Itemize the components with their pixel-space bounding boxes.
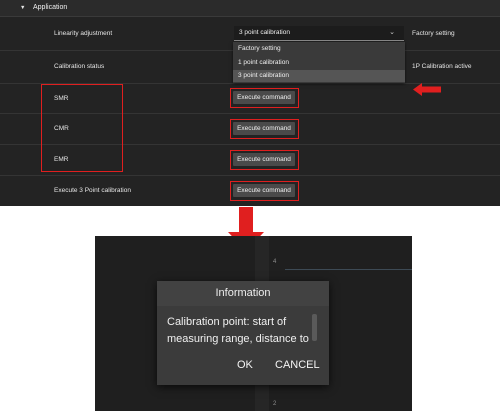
red-arrow-left-icon [413,83,441,96]
axis-tick-label: 4 [273,259,277,265]
dropdown-option-1-point[interactable]: 1 point calibration [233,57,405,69]
linearity-dropdown-menu: Factory setting 1 point calibration 3 po… [233,42,405,83]
linearity-select-value: 3 point calibration [239,29,290,36]
cmr-button-highlight: Execute command [230,119,299,139]
calibration-status-label: Calibration status [54,63,105,70]
smr-button-highlight: Execute command [230,88,299,108]
dialog-title: Information [157,281,329,306]
smr-execute-button[interactable]: Execute command [233,91,295,104]
dialog-scrollbar[interactable] [312,314,317,341]
cancel-button[interactable]: CANCEL [275,359,320,371]
information-dialog: Information Calibration point: start of … [157,281,329,385]
caret-down-icon[interactable]: ▼ [20,5,25,11]
settings-panel: ▼ Application Linearity adjustment 3 poi… [0,0,500,206]
execute-3-point-label: Execute 3 Point calibration [54,187,131,194]
ok-button[interactable]: OK [237,359,253,371]
section-title: Application [33,4,68,11]
chevron-down-icon[interactable]: ⌄ [389,28,395,36]
emr-button-highlight: Execute command [230,150,299,170]
dropdown-option-factory[interactable]: Factory setting [233,43,405,55]
section-header-application[interactable]: ▼ Application [0,0,500,17]
axis-tick-label: 2 [273,401,277,407]
cmr-execute-button[interactable]: Execute command [233,122,295,135]
three-point-button-highlight: Execute command [230,181,299,201]
factory-setting-label: Factory setting [412,30,455,37]
dialog-message: Calibration point: start of measuring ra… [167,316,309,345]
three-point-execute-button[interactable]: Execute command [233,184,295,197]
dropdown-option-3-point[interactable]: 3 point calibration [233,70,405,82]
dialog-screenshot: 4 2 Information Calibration point: start… [95,236,412,411]
calibration-status-value: 1P Calibration active [412,63,472,70]
linearity-select[interactable]: 3 point calibration ⌄ [234,26,404,41]
emr-execute-button[interactable]: Execute command [233,153,295,166]
linearity-label: Linearity adjustment [54,30,113,37]
labels-highlight-box [41,84,123,172]
background-grid-line [285,269,412,270]
